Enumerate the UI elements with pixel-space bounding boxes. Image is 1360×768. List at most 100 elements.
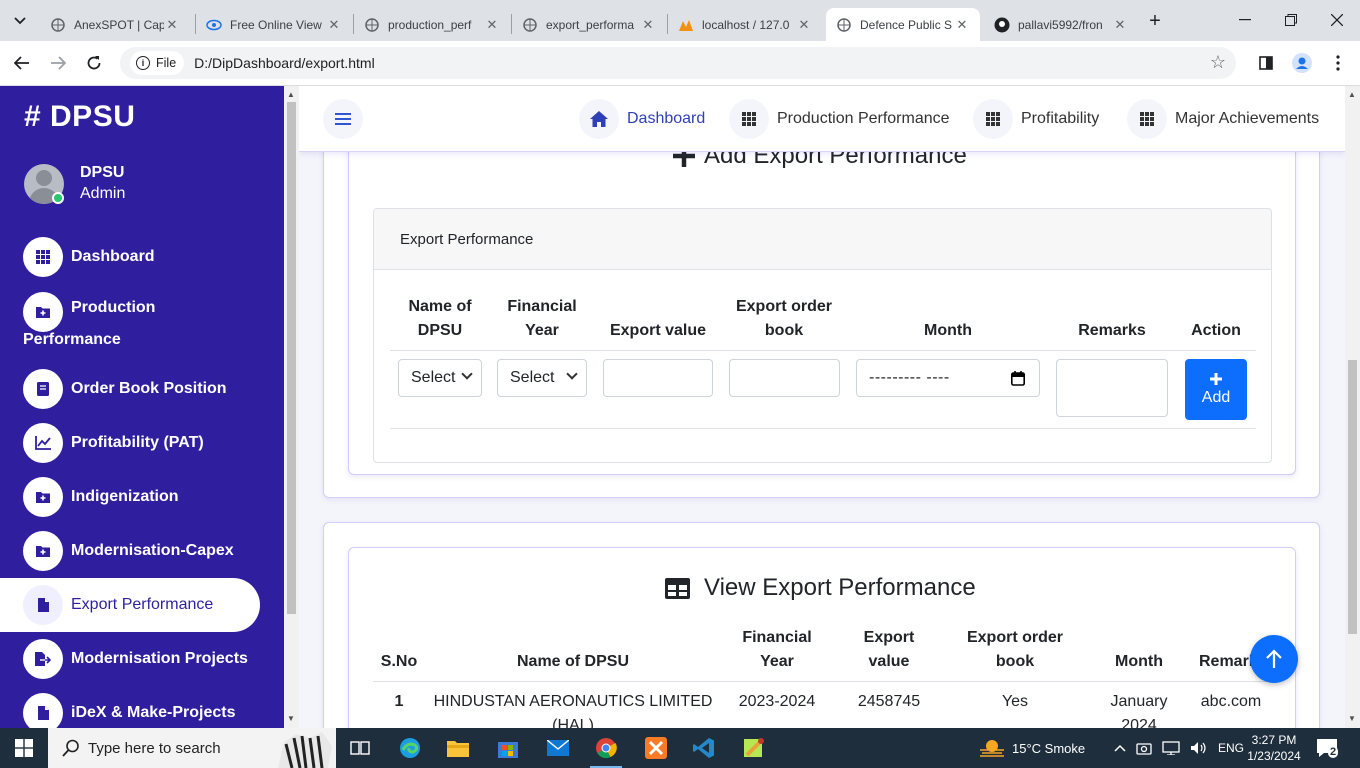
sidebar-item-profitability[interactable]: Profitability (PAT) — [0, 416, 260, 470]
scroll-up-icon[interactable]: ▲ — [287, 90, 295, 99]
sidebar-item-label: Order Book Position — [71, 380, 227, 397]
sidebar-item-dashboard[interactable]: Dashboard — [0, 230, 260, 284]
restore-button[interactable] — [1268, 8, 1314, 32]
export-value-input[interactable] — [603, 359, 713, 397]
side-panel-button[interactable] — [1252, 49, 1280, 77]
minimize-button[interactable] — [1222, 8, 1268, 32]
scrollbar-thumb[interactable] — [1348, 360, 1357, 634]
folder-plus-icon — [23, 531, 63, 571]
column-header: Financial Year — [742, 629, 812, 670]
arrow-up-icon — [1266, 649, 1282, 668]
table-icon — [665, 577, 690, 599]
store-app[interactable] — [484, 728, 532, 768]
sidebar-item-production-performance[interactable]: Production Performance — [0, 284, 260, 354]
financial-year-select[interactable]: Select — [497, 359, 587, 397]
table-cell-order-book: Yes — [1001, 693, 1029, 710]
taskbar-search[interactable]: Type here to search — [48, 728, 336, 768]
start-button[interactable] — [0, 728, 48, 768]
back-button[interactable] — [8, 49, 36, 77]
scroll-to-top-button[interactable] — [1250, 635, 1298, 683]
sidebar-item-modernisation-capex[interactable]: Modernisation-Capex — [0, 524, 260, 578]
scheme-label: File — [156, 56, 177, 70]
calendar-icon[interactable] — [1011, 371, 1025, 386]
notepad-plus-app[interactable] — [730, 728, 778, 768]
speaker-icon[interactable] — [1190, 741, 1208, 755]
browser-tab[interactable]: Free Online View ✕ — [196, 8, 352, 41]
xampp-icon — [645, 737, 667, 759]
menu-toggle-button[interactable] — [323, 99, 363, 139]
dpsu-select[interactable]: Select — [398, 359, 482, 397]
scroll-up-icon[interactable]: ▲ — [1348, 90, 1356, 99]
zebra-illustration-icon — [278, 732, 332, 768]
site-info-chip[interactable]: i File — [130, 51, 185, 75]
sidebar-item-modernisation-projects[interactable]: Modernisation Projects — [0, 632, 260, 686]
add-button[interactable]: Add — [1185, 359, 1247, 420]
scroll-down-icon[interactable]: ▼ — [1348, 714, 1356, 723]
edge-app[interactable] — [386, 728, 434, 768]
address-bar[interactable]: i File D:/DipDashboard/export.html ☆ — [120, 47, 1236, 79]
reload-button[interactable] — [80, 49, 108, 77]
main-scrollbar[interactable]: ▲ ▼ — [1345, 86, 1360, 728]
grid-icon — [23, 237, 63, 277]
system-tray[interactable]: ENG — [1114, 728, 1244, 768]
chart-line-icon — [23, 423, 63, 463]
bookmark-star-icon[interactable]: ☆ — [1210, 52, 1226, 73]
column-header: Action — [1191, 322, 1241, 339]
sidebar-item-indigenization[interactable]: Indigenization — [0, 470, 260, 524]
vscode-app[interactable] — [680, 728, 728, 768]
file-explorer-app[interactable] — [434, 728, 482, 768]
xampp-app[interactable] — [632, 728, 680, 768]
export-form-card: Export Performance Name of DPSU Financia… — [373, 208, 1272, 463]
chevron-up-icon[interactable] — [1114, 744, 1126, 752]
browser-tab[interactable]: pallavi5992/fron ✕ — [984, 8, 1138, 41]
topnav-production-performance[interactable]: Production Performance — [729, 99, 950, 139]
close-icon[interactable]: ✕ — [164, 17, 180, 33]
close-icon[interactable]: ✕ — [796, 17, 812, 33]
browser-tab-active[interactable]: Defence Public S ✕ — [826, 8, 980, 41]
network-icon[interactable] — [1162, 741, 1180, 755]
clock[interactable]: 3:27 PM 1/23/2024 — [1244, 728, 1304, 768]
table-divider — [390, 428, 1256, 429]
sidebar-item-export-performance[interactable]: Export Performance — [0, 578, 260, 632]
browser-tab[interactable]: AnexSPOT | Capt ✕ — [40, 8, 190, 41]
close-icon[interactable]: ✕ — [326, 17, 342, 33]
language-indicator[interactable]: ENG — [1218, 741, 1244, 755]
chrome-app[interactable] — [582, 728, 630, 768]
close-icon[interactable]: ✕ — [954, 17, 970, 33]
browser-menu-button[interactable] — [1324, 49, 1352, 77]
export-order-book-input[interactable] — [729, 359, 840, 397]
sidebar-item-idex-make-projects[interactable]: iDeX & Make-Projects — [0, 686, 260, 728]
topnav-profitability[interactable]: Profitability — [973, 99, 1099, 139]
tab-title: export_performa — [546, 17, 635, 32]
weather-widget[interactable]: 15°C Smoke — [980, 728, 1085, 768]
scroll-down-icon[interactable]: ▼ — [287, 714, 295, 723]
remarks-textarea[interactable] — [1056, 359, 1168, 417]
camera-icon[interactable] — [1136, 741, 1152, 755]
close-icon[interactable]: ✕ — [484, 17, 500, 33]
sidebar-item-order-book-position[interactable]: Order Book Position — [0, 362, 260, 416]
forward-button[interactable] — [44, 49, 72, 77]
new-tab-button[interactable]: + — [1142, 10, 1168, 32]
browser-tab[interactable]: production_perf ✕ — [354, 8, 510, 41]
brand-logo[interactable]: # DPSU — [24, 100, 135, 134]
table-cell-sno: 1 — [394, 693, 404, 710]
close-icon[interactable]: ✕ — [1112, 17, 1128, 33]
close-icon[interactable]: ✕ — [640, 17, 656, 33]
browser-tab[interactable]: localhost / 127.0 ✕ — [668, 8, 822, 41]
notification-center-button[interactable]: 2 — [1316, 728, 1339, 768]
topnav-dashboard[interactable]: Dashboard — [579, 99, 705, 139]
mail-app[interactable] — [534, 728, 582, 768]
book-icon — [23, 369, 63, 409]
tab-search-button[interactable] — [8, 10, 32, 32]
task-view-button[interactable] — [336, 728, 384, 768]
table-divider — [390, 350, 1256, 351]
close-window-button[interactable] — [1314, 8, 1360, 32]
browser-tab[interactable]: export_performa ✕ — [512, 8, 666, 41]
month-input[interactable]: --------- ---- — [856, 359, 1040, 397]
chevron-down-icon — [566, 368, 578, 380]
search-placeholder: Type here to search — [88, 739, 221, 757]
topnav-major-achievements[interactable]: Major Achievements — [1127, 99, 1319, 139]
profile-button[interactable] — [1288, 49, 1316, 77]
scrollbar-thumb[interactable] — [287, 102, 296, 614]
sidebar-scrollbar[interactable]: ▲ ▼ — [284, 86, 299, 728]
